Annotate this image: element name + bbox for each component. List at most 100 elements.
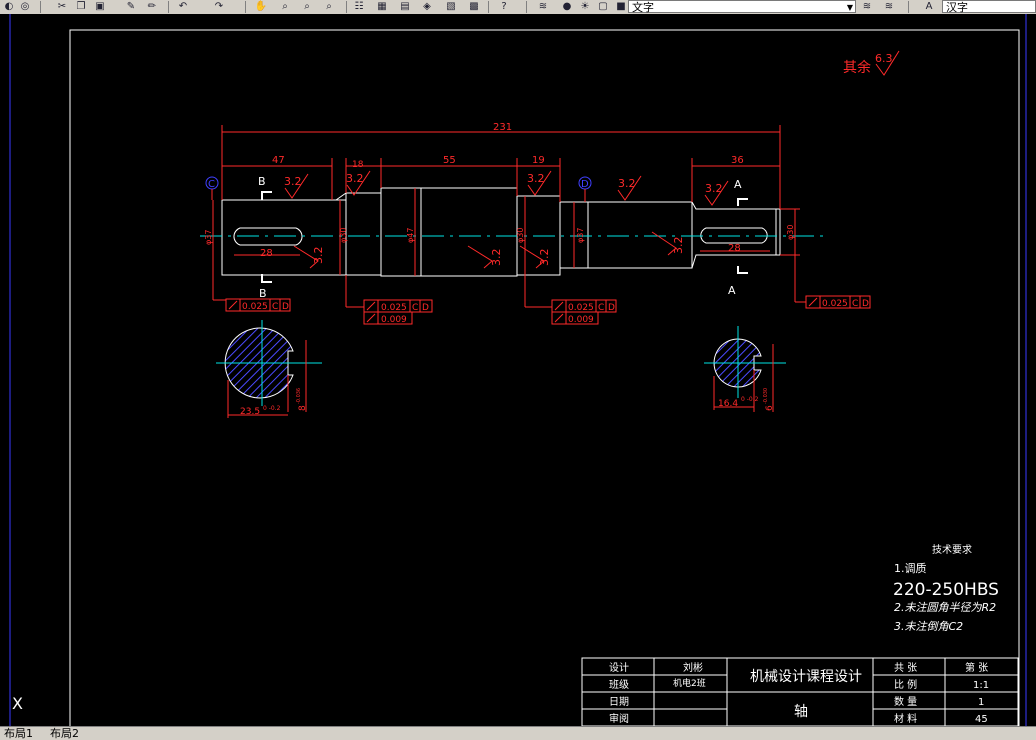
tolerance-ref: C: [852, 299, 858, 309]
text-style-combo-value: 汉字: [946, 1, 968, 14]
tolerance-cyl-value: 0.009: [381, 315, 407, 325]
markup-icon[interactable]: ▧: [444, 0, 458, 13]
section-a-top-label: A: [734, 178, 742, 191]
properties-icon[interactable]: ☷: [352, 0, 366, 13]
text-style-combo[interactable]: 汉字: [942, 0, 1036, 14]
tab-layout2[interactable]: 布局2: [48, 727, 81, 740]
layer-on-icon[interactable]: ●: [560, 0, 574, 13]
roughness-values: 3.2 3.2 3.2 3.2 3.2 3.2 3.2 3.2 3.2: [284, 172, 723, 266]
tolerance-frame-1: 0.025 C D: [225, 298, 291, 312]
section-b-width: 8: [298, 405, 308, 411]
tb-design-value: 刘彬: [683, 661, 703, 674]
layer-color-icon[interactable]: ■: [614, 0, 628, 13]
section-b-top-arrow: [261, 191, 272, 200]
copy-icon[interactable]: ❐: [74, 0, 88, 13]
tolerance-ref: D: [862, 299, 869, 309]
dim-overall: 231: [493, 122, 512, 133]
brush-icon[interactable]: ✎: [124, 0, 138, 13]
roughness-value: 3.2: [705, 182, 723, 195]
dim-36: 36: [731, 155, 744, 166]
tb-review-label: 审阅: [609, 712, 629, 725]
text-style-icon[interactable]: A: [922, 0, 936, 13]
zoom-window-icon[interactable]: ⌕: [300, 0, 314, 13]
tool-palette-icon[interactable]: ▤: [398, 0, 412, 13]
section-b-width-tol: -0.036: [296, 388, 302, 404]
tb-scale-value: 1:1: [973, 680, 989, 691]
tolerance-ref: D: [422, 303, 429, 313]
open-icon[interactable]: ◐: [2, 0, 16, 13]
tb-part-name: 轴: [794, 704, 808, 720]
toolbar-separator: [40, 1, 41, 13]
paste-icon[interactable]: ▣: [93, 0, 107, 13]
layer-freeze-icon[interactable]: ☀: [578, 0, 592, 13]
tolerance-ref: D: [282, 302, 289, 312]
drawing-svg: X 其余 6.3 231 47 18 55 19 36 28 28 φ37 φ3…: [9, 14, 1027, 728]
toolbar-separator: [346, 1, 347, 13]
toolbar-separator: [526, 1, 527, 13]
zoom-realtime-icon[interactable]: ⌕: [278, 0, 292, 13]
sheet-set-icon[interactable]: ◈: [420, 0, 434, 13]
ucs-icon: X: [12, 694, 23, 713]
cut-icon[interactable]: ✂: [55, 0, 69, 13]
section-a-top-arrow: [737, 198, 748, 206]
section-view-b: 23.5 0 -0.2 8 -0.036: [216, 320, 322, 418]
layer-manager-icon[interactable]: ≋: [536, 0, 550, 13]
redo-icon[interactable]: ↷: [212, 0, 226, 13]
dim-19: 19: [532, 155, 545, 166]
tab-layout1[interactable]: 布局1: [2, 727, 35, 740]
standard-toolbar: ◐ ◎ ✂ ❐ ▣ ✎ ✏ ↶ ↷ ✋ ⌕ ⌕ ⌕ ☷ ▦ ▤ ◈ ▧ ▩ ? …: [0, 0, 1036, 15]
tech-req-title: 技术要求: [932, 543, 972, 556]
dim-18: 18: [352, 160, 364, 170]
roughness-value: 3.2: [312, 247, 325, 265]
dim-keyway-28-right: 28: [728, 243, 741, 254]
tb-scale-label: 比 例: [894, 678, 917, 691]
layer-lock-icon[interactable]: ▢: [596, 0, 610, 13]
layer-combo[interactable]: 文字 ▼: [628, 0, 856, 14]
tolerance-ref: D: [608, 303, 615, 313]
help-icon[interactable]: ?: [497, 0, 511, 13]
tb-sheet-label: 第 张: [965, 661, 988, 674]
roughness-value: 3.2: [538, 249, 551, 267]
zoom-previous-icon[interactable]: ⌕: [322, 0, 336, 13]
section-b-dim: 23.5: [240, 407, 260, 417]
tb-date-label: 日期: [609, 696, 629, 708]
calculator-icon[interactable]: ▩: [467, 0, 481, 13]
layer-states-icon[interactable]: ≋: [882, 0, 896, 13]
dia-30-b: φ30: [516, 228, 525, 243]
tolerance-ref: C: [412, 303, 418, 313]
design-center-icon[interactable]: ▦: [375, 0, 389, 13]
tech-req-line1: 1.调质: [894, 562, 927, 575]
roughness-value: 3.2: [527, 172, 545, 185]
tech-req-line3: 3.未注倒角C2: [894, 620, 963, 633]
dim-47: 47: [272, 155, 285, 166]
pan-icon[interactable]: ✋: [254, 0, 268, 13]
undo-icon[interactable]: ↶: [176, 0, 190, 13]
match-prop-icon[interactable]: ✏: [145, 0, 159, 13]
roughness-other: 其余 6.3: [843, 50, 900, 76]
tb-material-label: 材 料: [894, 712, 917, 725]
section-a-dim-tol: 0 -0.2: [741, 396, 759, 403]
toolbar-separator: [245, 1, 246, 13]
drawing-canvas[interactable]: X 其余 6.3 231 47 18 55 19 36 28 28 φ37 φ3…: [0, 14, 1036, 728]
layer-combo-value: 文字: [632, 1, 654, 14]
tb-qty-label: 数 量: [894, 695, 917, 708]
section-a-bottom-label: A: [728, 284, 736, 297]
web-icon[interactable]: ◎: [18, 0, 32, 13]
toolbar-separator: [168, 1, 169, 13]
section-a-dim: 16.4: [718, 399, 738, 409]
roughness-other-value: 6.3: [875, 52, 893, 65]
tb-total-label: 共 张: [894, 662, 917, 674]
dia-37: φ37: [576, 228, 585, 243]
dim-55: 55: [443, 155, 456, 166]
section-b-dim-tol: 0 -0.2: [263, 405, 281, 412]
tolerance-value: 0.025: [822, 299, 848, 309]
layer-previous-icon[interactable]: ≋: [860, 0, 874, 13]
datum-d-label: D: [581, 179, 589, 190]
tech-req-line2: 2.未注圆角半径为R2: [894, 601, 996, 614]
chevron-down-icon[interactable]: ▼: [847, 1, 853, 14]
datum-c-label: C: [208, 179, 215, 190]
tolerance-frame-3: 0.025 C D 0.009: [551, 299, 617, 325]
section-a-width-tol: -0.030: [763, 388, 769, 404]
title-block: 设计 刘彬 班级 机电2班 日期 审阅 机械设计课程设计 轴 共 张 第 张 比…: [581, 657, 1019, 727]
tb-qty-value: 1: [978, 697, 984, 708]
